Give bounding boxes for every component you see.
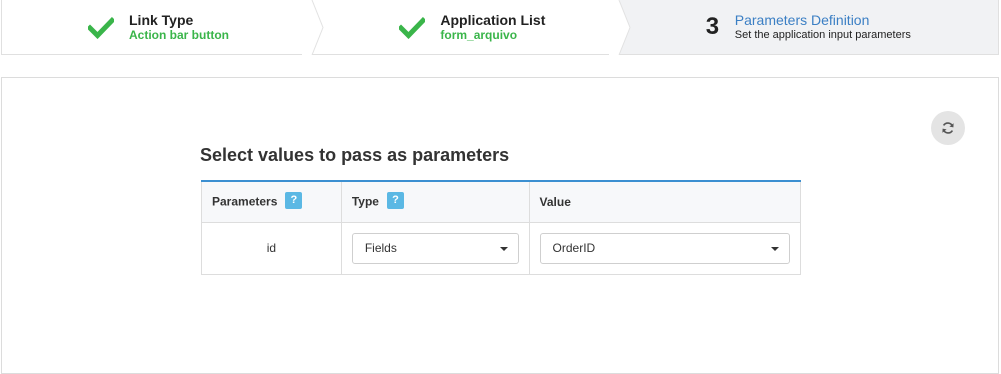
type-select-value: Fields (364, 241, 397, 255)
help-icon[interactable]: ? (285, 192, 303, 210)
section-title: Select values to pass as parameters (200, 145, 510, 165)
value-select[interactable]: OrderID (539, 232, 790, 264)
refresh-button[interactable] (931, 111, 965, 145)
header-label: Value (539, 195, 571, 210)
chevron-down-icon (771, 246, 779, 251)
wizard-step-parameters-definition[interactable]: 3 Parameters Definition Set the applicat… (619, 0, 998, 54)
header-label: Parameters (212, 194, 278, 209)
header-label: Type (351, 194, 379, 209)
value-select-value: OrderID (552, 241, 596, 255)
refresh-icon (942, 122, 954, 134)
type-cell: Fields (340, 221, 530, 275)
step-title: Link Type (129, 12, 194, 28)
check-icon (399, 17, 426, 39)
parameters-panel: Select values to pass as parameters Para… (1, 77, 999, 374)
step-subtitle: Action bar button (129, 28, 229, 42)
step-subtitle: form_arquivo (440, 28, 518, 42)
header-type: Type? (340, 180, 530, 223)
step-subtitle: Set the application input parameters (734, 29, 911, 41)
wizard-step-link-type[interactable]: Link Type Action bar button (2, 0, 324, 55)
check-icon (88, 17, 114, 39)
table-header-row: Parameters? Type? Value (201, 180, 802, 223)
wizard-steps: Link Type Action bar button Application … (1, 0, 999, 55)
help-icon[interactable]: ? (386, 192, 404, 210)
header-value: Value (528, 180, 802, 223)
step-separator (302, 0, 324, 55)
header-parameters: Parameters? (201, 180, 342, 223)
value-cell: OrderID (528, 221, 802, 275)
parameter-name: id (201, 221, 342, 275)
step-number: 3 (705, 13, 720, 40)
step-title: Parameters Definition (734, 12, 870, 28)
type-select[interactable]: Fields (351, 232, 519, 264)
step-title: Application List (440, 12, 546, 28)
parameters-table: Parameters? Type? Value id Fields OrderI… (201, 180, 802, 275)
table-row: id Fields OrderID (201, 221, 802, 275)
step-separator (608, 0, 631, 55)
wizard-step-application-list[interactable]: Application List form_arquivo (313, 0, 631, 55)
chevron-down-icon (499, 246, 508, 251)
